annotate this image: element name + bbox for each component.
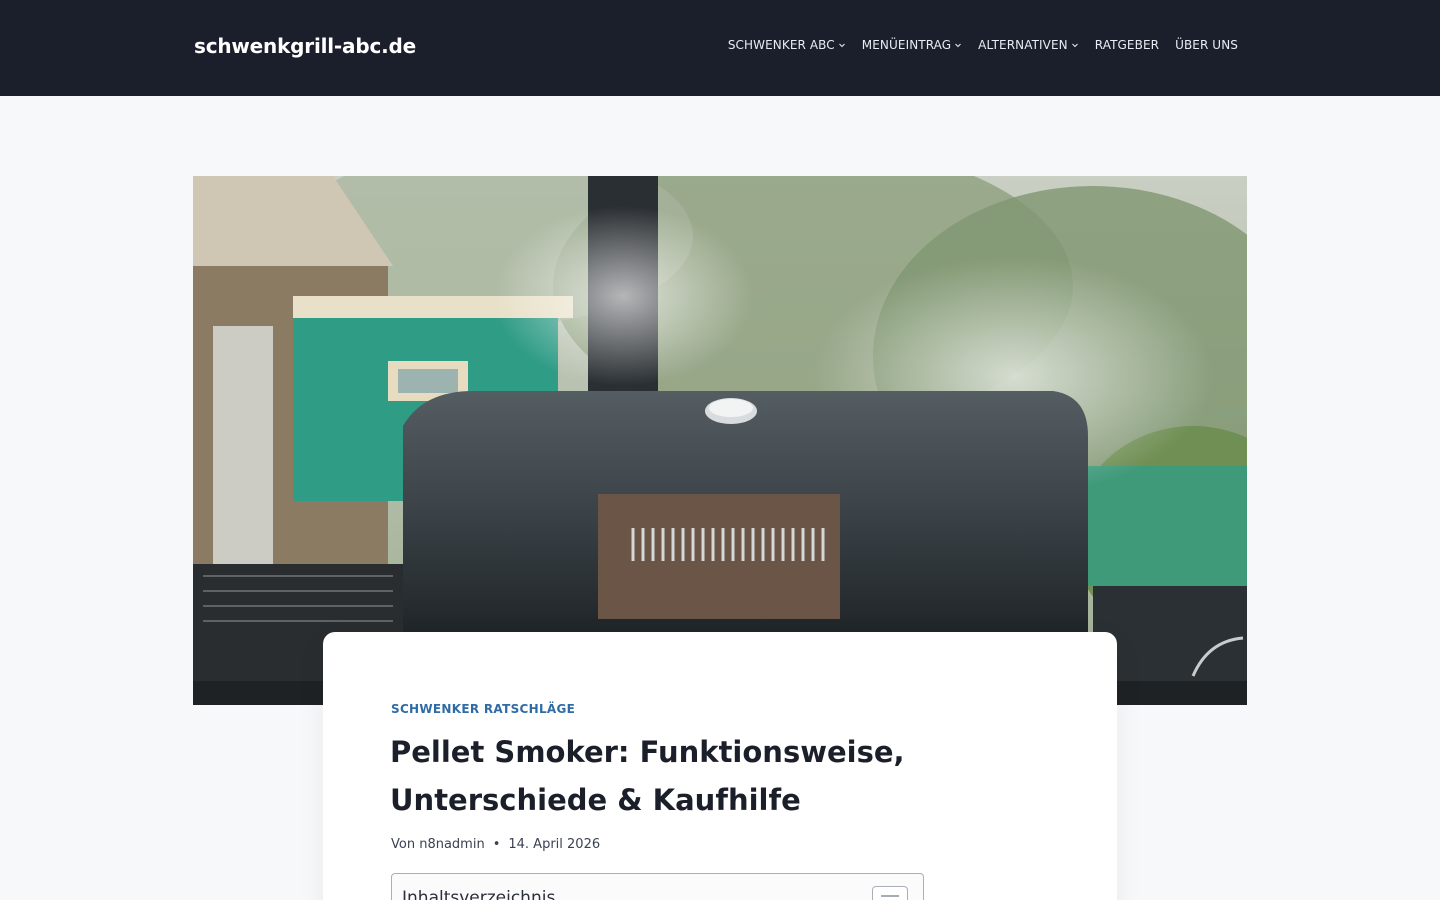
chevron-down-icon bbox=[838, 43, 845, 48]
table-of-contents: Inhaltsverzeichnis bbox=[391, 873, 924, 900]
nav-item-alternativen[interactable]: ALTERNATIVEN bbox=[978, 38, 1079, 52]
article-title: Pellet Smoker: Funktionsweise, Unterschi… bbox=[390, 735, 905, 817]
nav-item-label: RATGEBER bbox=[1094, 38, 1160, 52]
nav-item-schwenker-abc[interactable]: SCHWENKER ABC bbox=[728, 38, 846, 52]
nav-item-menueeintrag[interactable]: MENÜEINTRAG bbox=[862, 38, 962, 52]
author-link[interactable]: n8nadmin bbox=[419, 837, 484, 852]
meta-separator-icon: • bbox=[492, 837, 501, 852]
nav-item-label: ALTERNATIVEN bbox=[978, 38, 1068, 52]
site-header: schwenkgrill-abc.de SCHWENKER ABC MENÜEI… bbox=[0, 0, 1440, 96]
article-card: SCHWENKER RATSCHLÄGE Pellet Smoker: Funk… bbox=[323, 632, 1117, 900]
smoker-grill-photo bbox=[193, 176, 1247, 705]
main-nav: SCHWENKER ABC MENÜEINTRAG ALTERNATIVEN R… bbox=[728, 38, 1238, 52]
nav-item-label: ÜBER UNS bbox=[1175, 38, 1238, 52]
chevron-down-icon bbox=[955, 43, 962, 48]
chevron-down-icon bbox=[1071, 43, 1078, 48]
nav-item-ratgeber[interactable]: RATGEBER bbox=[1095, 38, 1159, 52]
category-link[interactable]: SCHWENKER RATSCHLÄGE bbox=[391, 702, 575, 716]
toc-title: Inhaltsverzeichnis bbox=[402, 888, 556, 900]
toc-toggle-button[interactable] bbox=[872, 886, 908, 900]
list-toggle-icon bbox=[881, 895, 899, 897]
post-date: 14. April 2026 bbox=[508, 837, 601, 852]
nav-item-label: SCHWENKER ABC bbox=[727, 38, 835, 52]
featured-image bbox=[193, 176, 1247, 705]
author-prefix: Von bbox=[391, 837, 416, 852]
nav-item-label: MENÜEINTRAG bbox=[861, 38, 952, 52]
article-meta: Von n8nadmin • 14. April 2026 bbox=[391, 837, 600, 852]
site-logo[interactable]: schwenkgrill-abc.de bbox=[194, 34, 416, 58]
nav-item-ueber-uns[interactable]: ÜBER UNS bbox=[1175, 38, 1238, 52]
